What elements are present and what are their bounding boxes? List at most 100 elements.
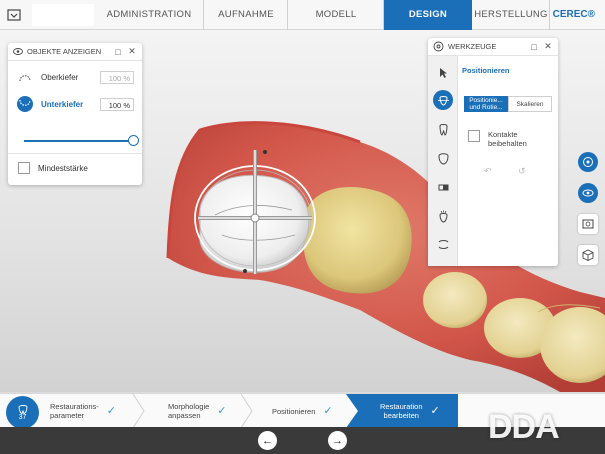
tools-panel-header: WERKZEUGE □ ✕ [428,38,558,56]
tools-icon [583,157,593,167]
upper-jaw-opacity-field[interactable]: 100 % [100,70,134,84]
screenshot-button[interactable] [578,214,598,234]
min-thickness-label: Mindeststärke [38,163,88,173]
tools-toggle-button[interactable] [578,152,598,172]
upper-jaw-icon[interactable] [17,69,33,85]
tooth-icon [18,404,27,414]
step-separator [132,394,145,428]
tools-panel-title: WERKZEUGE [448,42,497,51]
tab-herstellung[interactable]: HERSTELLUNG [472,0,550,30]
form-tool-button[interactable] [433,148,453,168]
label-text: Kontakte [488,130,518,139]
step-label: Positionieren [272,406,316,416]
tool-column [428,56,458,266]
arrow-right-icon: → [332,434,343,447]
tab-label: ADMINISTRATION [106,9,192,20]
keep-contacts-checkbox[interactable] [468,130,480,142]
segment-scale[interactable]: Skalieren [508,96,552,112]
tools-section-title: Positionieren [462,66,510,75]
opacity-slider[interactable] [24,135,139,146]
watermark: DDA [488,408,560,446]
patient-name-field[interactable] [32,3,94,26]
objects-panel: OBJEKTE ANZEIGEN □ ✕ Oberkiefer 100 % Un… [8,43,142,185]
step-positioning[interactable]: Positionieren ✓ [272,394,352,428]
check-icon: ✓ [430,404,440,417]
min-thickness-checkbox[interactable] [18,162,30,174]
tooth-contact-icon [438,210,448,223]
layer-icon [438,184,448,190]
step-label: bearbeiten [383,411,419,420]
step-restoration-parameters[interactable]: Restaurations-parameter ✓ [50,394,138,428]
step-label: parameter [50,411,85,420]
lower-jaw-opacity-field[interactable]: 100 % [100,97,134,111]
step-label: Restauration [380,402,423,411]
min-thickness-row[interactable]: Mindeststärke [8,157,142,179]
undo-icon[interactable]: ↶ [484,166,492,177]
step-edit-restoration[interactable]: Restauration bearbeiten ✓ [346,394,458,428]
view-toggle-button[interactable] [578,183,598,203]
cursor-icon [439,67,447,78]
contact-tool-button[interactable] [433,206,453,226]
eye-icon [13,48,23,55]
tools-icon [433,41,444,52]
tools-panel: WERKZEUGE □ ✕ Positionieren Positionie..… [428,38,558,266]
position-tool-button[interactable] [433,90,453,110]
minimize-icon[interactable]: □ [529,42,539,52]
tooth-icon [438,123,448,136]
tab-aufnahme[interactable]: AUFNAHME [204,0,288,30]
tray-icon [7,8,21,21]
brand-logo: CEREC® [552,9,595,20]
top-navigation: ADMINISTRATION AUFNAHME MODELL DESIGN HE… [0,0,605,30]
check-icon: ✓ [323,404,333,417]
bite-icon [438,239,448,249]
tooth-number: 37 [18,413,27,421]
occlusion-tool-button[interactable] [433,234,453,254]
next-step-button[interactable]: → [328,431,347,450]
object-row-upper-jaw[interactable]: Oberkiefer 100 % [8,66,142,88]
tab-label: HERSTELLUNG [474,9,548,20]
segment-position-rotate[interactable]: Positionie... und Rotie... [464,96,508,112]
keep-contacts-label: Kontakte beibehalten [488,130,527,148]
lower-jaw-icon[interactable] [17,96,33,112]
step-label: Morphologie [168,402,210,411]
step-label: Restaurations- [50,402,99,411]
tab-label: DESIGN [408,9,448,20]
tab-administration[interactable]: ADMINISTRATION [94,0,204,30]
tooth-move-icon [437,95,449,106]
step-label: anpassen [168,411,201,420]
step-separator [240,394,253,428]
objects-panel-header: OBJEKTE ANZEIGEN □ ✕ [8,43,142,61]
select-tool-button[interactable] [433,62,453,82]
eye-icon [582,189,594,197]
crown-shape-icon [437,152,449,165]
label-text: beibehalten [488,139,527,148]
segment-label: Positionie... [469,97,503,104]
thickness-tool-button[interactable] [433,177,453,197]
lower-jaw-label: Unterkiefer [41,99,84,109]
tab-design[interactable]: DESIGN [384,0,472,30]
close-icon[interactable]: ✕ [543,41,553,52]
check-icon: ✓ [217,404,227,417]
arrow-left-icon: ← [262,434,273,447]
object-row-lower-jaw[interactable]: Unterkiefer 100 % [8,93,142,115]
home-button[interactable] [0,0,28,30]
cube-icon [582,249,594,261]
close-icon[interactable]: ✕ [127,46,137,57]
minimize-icon[interactable]: □ [113,47,123,57]
check-icon: ✓ [106,404,116,417]
segment-label: und Rotie... [469,104,503,111]
tab-label: MODELL [315,9,357,20]
3d-view-button[interactable] [578,245,598,265]
image-icon [582,219,594,229]
slider-track [24,140,136,142]
slider-knob[interactable] [128,135,139,146]
shape-tool-button[interactable] [433,119,453,139]
previous-step-button[interactable]: ← [258,431,277,450]
reset-icon[interactable]: ↺ [518,166,526,177]
objects-panel-title: OBJEKTE ANZEIGEN [27,47,102,56]
tab-label: AUFNAHME [218,9,274,20]
tooth-badge[interactable]: 37 [6,396,39,429]
segment-label: Skalieren [516,100,544,108]
upper-jaw-label: Oberkiefer [41,72,79,82]
tab-modell[interactable]: MODELL [288,0,384,30]
